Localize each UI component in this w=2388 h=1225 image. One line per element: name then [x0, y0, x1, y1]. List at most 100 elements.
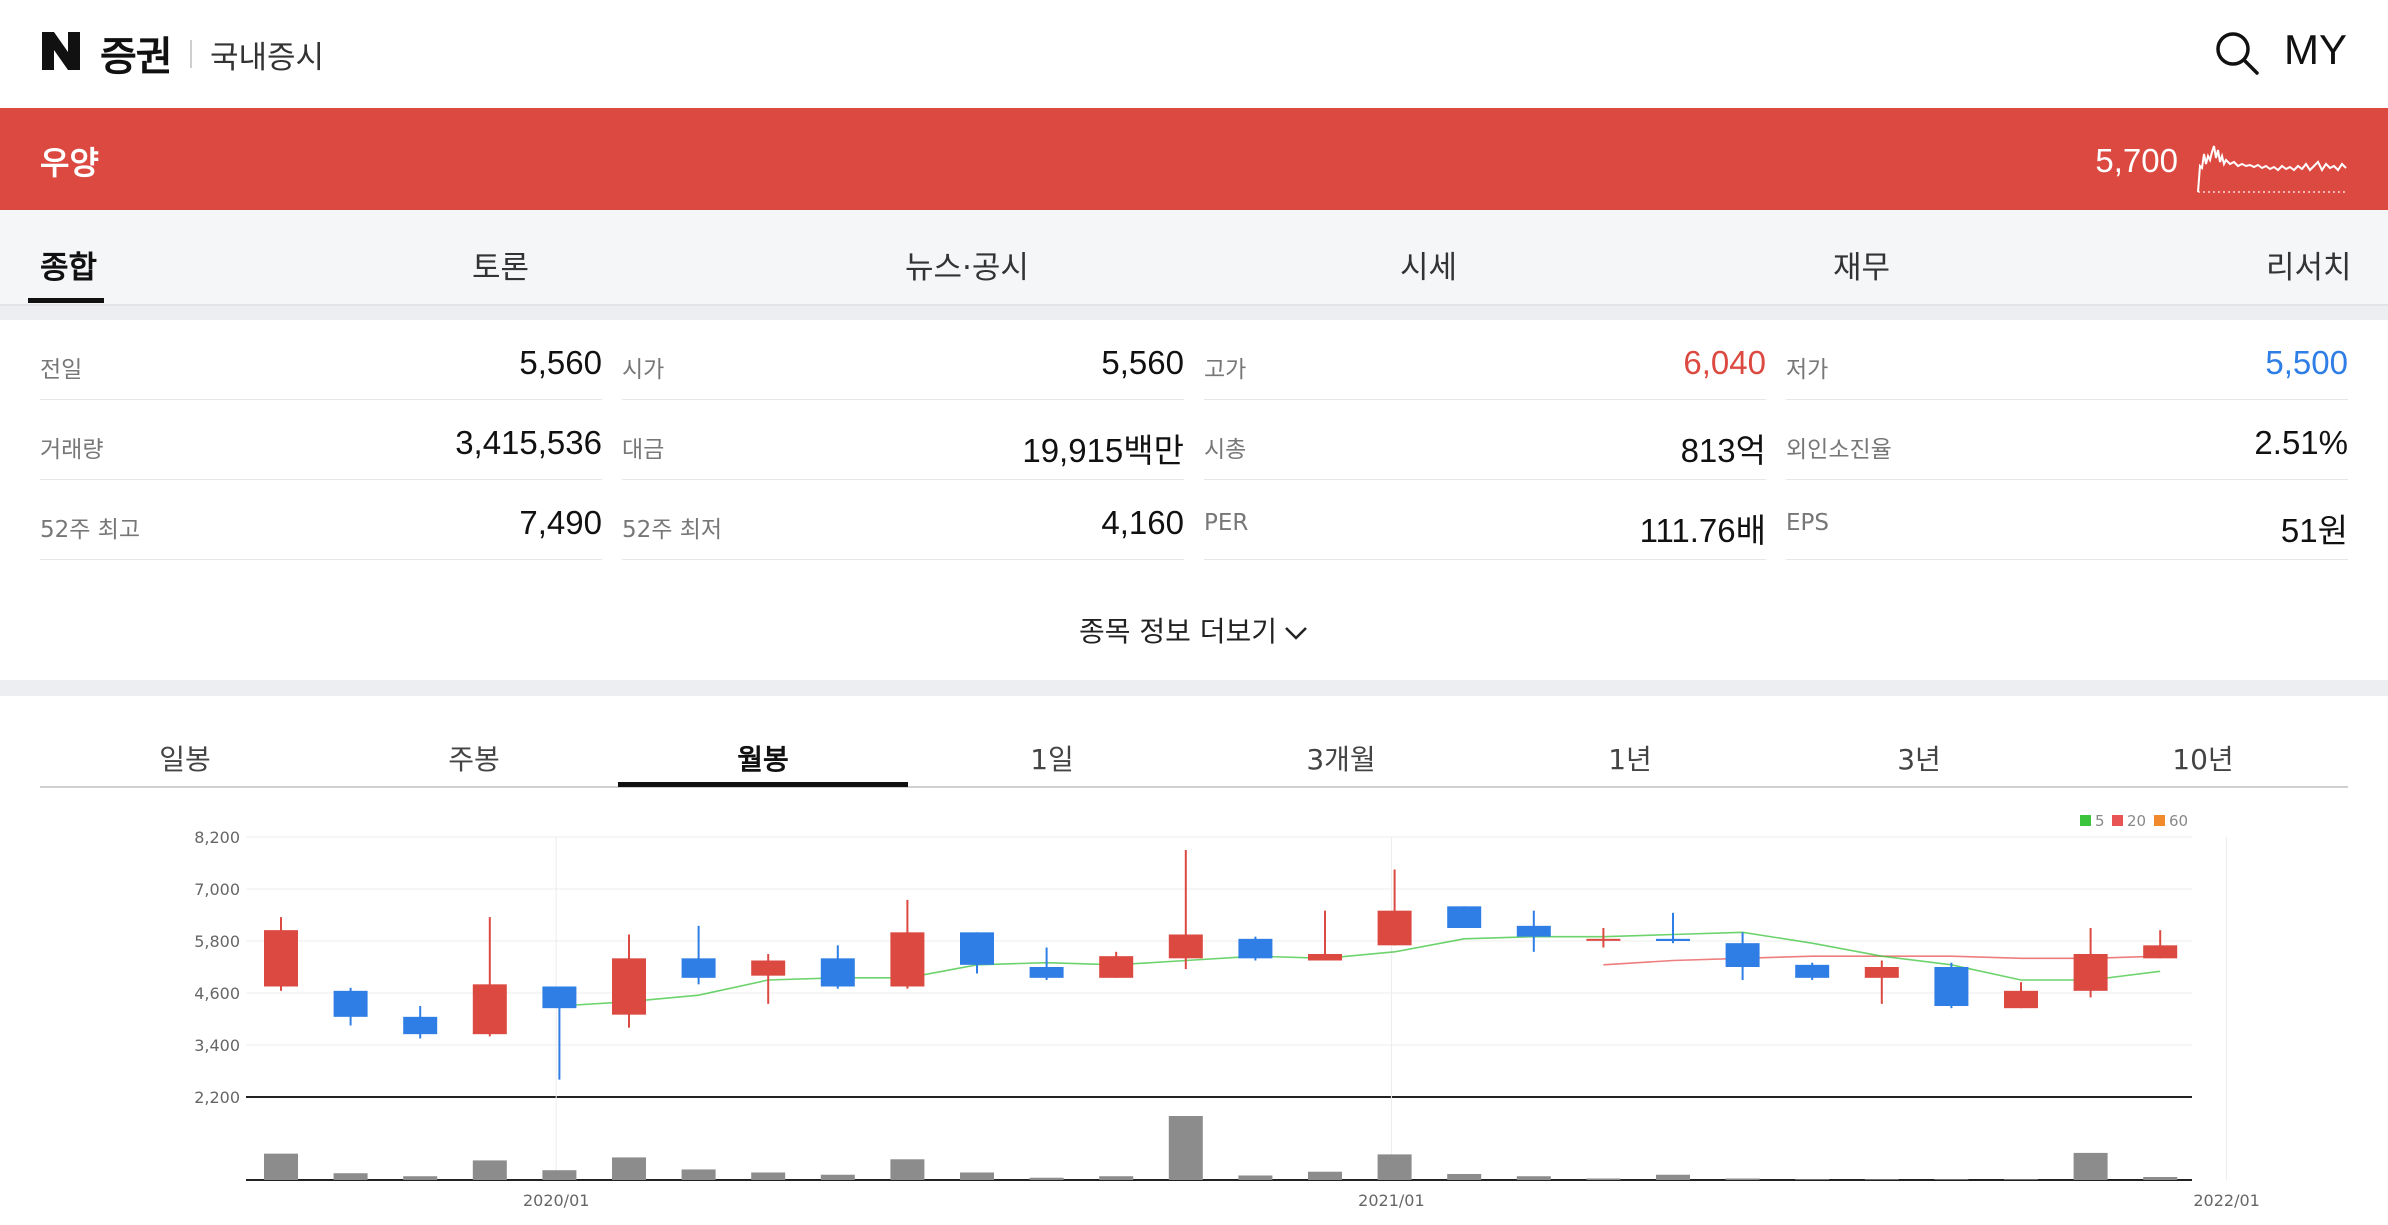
info-value: 51원 [2280, 512, 2348, 549]
y-tick-label: 7,000 [194, 880, 240, 899]
volume-bar [820, 1174, 855, 1180]
info-foreign-ratio: 외인소진율 2.51% [1786, 400, 2348, 480]
x-tick-label: 2021/01 [1358, 1191, 1424, 1210]
info-low: 저가 5,500 [1786, 320, 2348, 400]
logo-title[interactable]: 증권 [100, 24, 173, 82]
candle-body [820, 958, 855, 987]
logo-divider [190, 40, 192, 68]
candle-body [1725, 943, 1760, 967]
y-tick-label: 2,200 [194, 1088, 240, 1107]
candle-body [681, 958, 716, 978]
info-52w-high: 52주 최고 7,490 [40, 480, 602, 560]
volume-bar [1586, 1178, 1621, 1180]
volume-bar [403, 1176, 438, 1180]
period-tab-1y[interactable]: 1년 [1485, 738, 1775, 778]
period-tab-3y[interactable]: 3년 [1774, 738, 2064, 778]
info-value: 5,500 [2265, 344, 2348, 381]
period-tab-weekly[interactable]: 주봉 [329, 738, 619, 778]
period-tab-10y[interactable]: 10년 [2058, 738, 2348, 778]
info-per: PER 111.76배 [1204, 480, 1766, 560]
price-chart[interactable]: 8,200 7,000 5,800 4,600 3,400 2,200 2020/01 202… [0, 800, 2388, 1225]
info-value: 5,560 [1101, 344, 1184, 381]
info-label: 외인소진율 [1786, 437, 1892, 463]
info-volume: 거래량 3,415,536 [40, 400, 602, 480]
volume-bar [333, 1173, 368, 1180]
volume-bar [264, 1153, 298, 1180]
info-label: 52주 최고 [40, 517, 141, 543]
info-value: 19,915백만 [1022, 432, 1184, 469]
active-period-indicator [618, 782, 908, 787]
candle-body [612, 958, 646, 1015]
top-header: 증권 국내증시 MY [0, 0, 2388, 108]
candle-body [333, 990, 368, 1017]
candle-body [2143, 945, 2178, 959]
my-button[interactable]: MY [2284, 26, 2347, 74]
tab-financials[interactable]: 재무 [1833, 242, 1890, 287]
section-title[interactable]: 국내증시 [210, 32, 324, 77]
volume-bar [1238, 1175, 1273, 1180]
info-value: 7,490 [519, 504, 602, 541]
volume-bar [1029, 1177, 1064, 1180]
tab-quotes[interactable]: 시세 [1400, 242, 1457, 287]
period-tab-3m[interactable]: 3개월 [1196, 738, 1486, 778]
tab-discussion[interactable]: 토론 [472, 242, 529, 287]
ma5-line [559, 931, 2161, 1007]
candle-body [1934, 967, 1969, 1006]
naver-n-logo-icon[interactable] [40, 30, 82, 72]
candle-body [2073, 954, 2108, 991]
more-info-button[interactable]: 종목 정보 더보기 [0, 610, 2388, 650]
more-info-label: 종목 정보 더보기 [1078, 615, 1278, 648]
x-tick-label: 2020/01 [523, 1191, 589, 1210]
volume-bar [472, 1160, 507, 1180]
candle-body [1864, 967, 1899, 978]
volume-bar [1308, 1171, 1342, 1180]
candle-body [1656, 938, 1690, 941]
info-value: 4,160 [1101, 504, 1184, 541]
period-tab-daily[interactable]: 일봉 [40, 738, 330, 778]
info-label: 전일 [40, 357, 83, 383]
period-tab-monthly[interactable]: 월봉 [618, 738, 908, 778]
volume-bar [1516, 1176, 1551, 1180]
candle-body [1099, 956, 1134, 978]
candle-body [751, 960, 786, 976]
info-value: 6,040 [1683, 344, 1766, 381]
active-tab-indicator [28, 298, 104, 303]
candle-body [403, 1016, 438, 1035]
info-label: 고가 [1204, 357, 1247, 383]
candle-body [960, 932, 994, 965]
stock-name: 우양 [40, 144, 99, 182]
y-tick-label: 4,600 [194, 984, 240, 1003]
sparkline-chart [2197, 145, 2347, 193]
candle-body [1586, 938, 1621, 941]
candle-body [1377, 910, 1412, 946]
info-eps: EPS 51원 [1786, 480, 2348, 560]
volume-bar [542, 1170, 577, 1180]
info-label: 대금 [622, 437, 665, 463]
tab-research[interactable]: 리서치 [2266, 242, 2352, 287]
period-tab-1d[interactable]: 1일 [907, 738, 1197, 778]
info-label: PER [1204, 510, 1249, 536]
stock-info-grid: 전일 5,560 시가 5,560 고가 6,040 저가 5,500 거래량 … [0, 320, 2388, 680]
section-divider [0, 306, 2388, 320]
tab-overview[interactable]: 종합 [40, 242, 97, 287]
info-market-cap: 시총 813억 [1204, 400, 1766, 480]
info-value: 5,560 [519, 344, 602, 381]
candle-body [472, 984, 507, 1035]
volume-bar [1377, 1154, 1412, 1180]
candle-body [890, 932, 925, 987]
info-label: 52주 최저 [622, 517, 723, 543]
search-icon[interactable] [2214, 30, 2260, 76]
volume-bar [2004, 1179, 2038, 1180]
volume-bar [1795, 1179, 1830, 1180]
info-high: 고가 6,040 [1204, 320, 1766, 400]
info-label: 거래량 [40, 437, 104, 463]
info-prev-close: 전일 5,560 [40, 320, 602, 400]
tab-news[interactable]: 뉴스·공시 [905, 242, 1029, 287]
chart-period-tabs: 일봉 주봉 월봉 1일 3개월 1년 3년 10년 [40, 696, 2348, 788]
volume-bar [1168, 1116, 1203, 1180]
legend-swatch [2112, 815, 2123, 826]
volume-bar [2143, 1176, 2178, 1180]
candlestick-chart[interactable]: 8,2007,0005,8004,6003,4002,2002020/01 202… [0, 800, 2388, 1225]
info-label: 시가 [622, 357, 665, 383]
section-divider [0, 680, 2388, 696]
